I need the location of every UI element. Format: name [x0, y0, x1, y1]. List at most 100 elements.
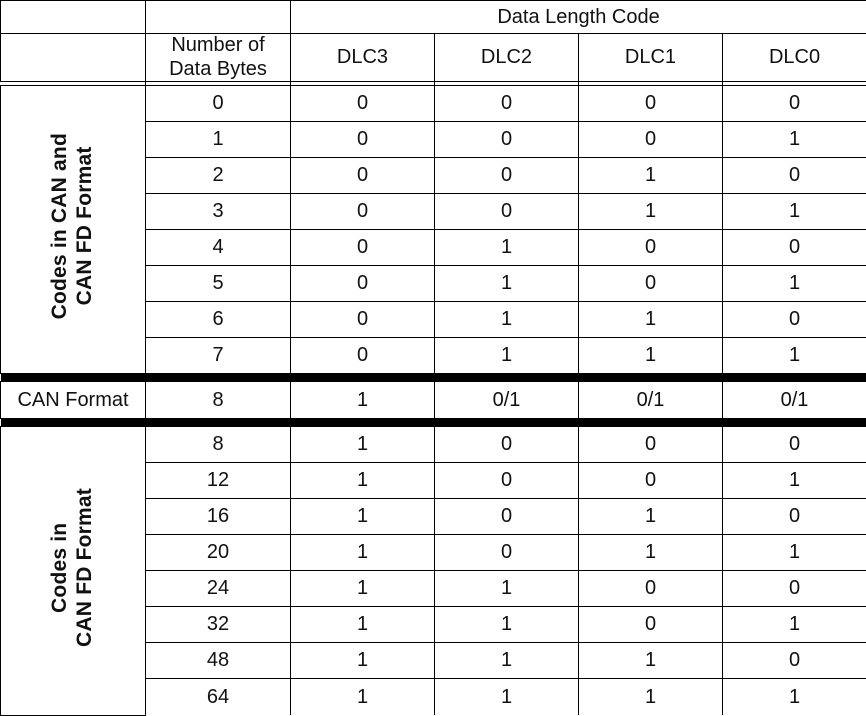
cell-dlc3: 1: [291, 463, 435, 499]
thick-rule-segment: [579, 419, 723, 427]
cell-dlc1: 0: [579, 463, 723, 499]
header-corner-blank-lower: [1, 34, 146, 82]
table-row: CAN Format810/10/10/1: [1, 382, 866, 419]
cell-dlc2: 1: [435, 643, 579, 679]
cell-dlc0: 0: [723, 302, 866, 338]
dlc-table-container: Data Length CodeNumber ofData BytesDLC3D…: [0, 0, 866, 692]
cell-dlc2: 0: [435, 194, 579, 230]
cell-dlc2: 0: [435, 427, 579, 463]
cell-data-bytes: 5: [146, 266, 291, 302]
section-label-line-2: CAN FD Format: [73, 488, 96, 647]
header-row-columns: Number ofData BytesDLC3DLC2DLC1DLC0: [1, 34, 866, 82]
header-data-length-code: Data Length Code: [291, 1, 866, 34]
cell-dlc1: 0: [579, 266, 723, 302]
section-label-can-fd: Codes in CAN FD Format: [1, 427, 146, 716]
cell-dlc0: 1: [723, 266, 866, 302]
cell-data-bytes: 8: [146, 427, 291, 463]
header-number-of-data-bytes: Number ofData Bytes: [146, 34, 291, 82]
thick-rule-segment: [291, 374, 435, 382]
cell-dlc2: 1: [435, 679, 579, 716]
cell-dlc3: 0: [291, 230, 435, 266]
cell-dlc1: 1: [579, 535, 723, 571]
cell-dlc3: 1: [291, 607, 435, 643]
cell-dlc1: 1: [579, 679, 723, 716]
cell-data-bytes: 3: [146, 194, 291, 230]
cell-dlc0: 0: [723, 571, 866, 607]
data-length-code-table: Data Length CodeNumber ofData BytesDLC3D…: [0, 0, 866, 716]
cell-dlc3: 1: [291, 382, 435, 419]
cell-dlc3: 1: [291, 679, 435, 716]
cell-data-bytes: 48: [146, 643, 291, 679]
cell-dlc3: 0: [291, 122, 435, 158]
section-label-line-2: CAN FD Format: [73, 147, 96, 306]
header-corner-blank: [1, 1, 146, 34]
cell-dlc0: 1: [723, 679, 866, 716]
cell-dlc1: 0: [579, 230, 723, 266]
cell-dlc0: 0: [723, 158, 866, 194]
section-label-line-1: Codes in CAN and: [48, 133, 71, 319]
cell-data-bytes: 20: [146, 535, 291, 571]
cell-data-bytes: 32: [146, 607, 291, 643]
thick-rule-segment: [435, 419, 579, 427]
cell-dlc2: 1: [435, 607, 579, 643]
thick-rule-segment: [723, 419, 866, 427]
cell-data-bytes: 12: [146, 463, 291, 499]
cell-data-bytes: 8: [146, 382, 291, 419]
cell-dlc2: 1: [435, 571, 579, 607]
cell-dlc0: 0/1: [723, 382, 866, 419]
cell-dlc0: 0: [723, 86, 866, 122]
cell-dlc1: 0: [579, 607, 723, 643]
cell-dlc2: 0: [435, 535, 579, 571]
cell-dlc1: 1: [579, 158, 723, 194]
header-dlc3: DLC3: [291, 34, 435, 82]
cell-data-bytes: 7: [146, 338, 291, 374]
thick-separator-below-can-format: [1, 419, 866, 427]
cell-dlc0: 0: [723, 643, 866, 679]
cell-data-bytes: 0: [146, 86, 291, 122]
cell-dlc2: 0: [435, 463, 579, 499]
section-label-can-format: CAN Format: [1, 382, 146, 419]
thick-rule-segment: [1, 419, 146, 427]
cell-data-bytes: 1: [146, 122, 291, 158]
cell-dlc0: 0: [723, 230, 866, 266]
cell-dlc1: 1: [579, 499, 723, 535]
thick-rule-segment: [723, 374, 866, 382]
cell-data-bytes: 4: [146, 230, 291, 266]
section-label-line-1: Codes in: [48, 523, 71, 613]
cell-dlc3: 1: [291, 499, 435, 535]
cell-dlc3: 0: [291, 158, 435, 194]
cell-dlc3: 0: [291, 194, 435, 230]
cell-data-bytes: 64: [146, 679, 291, 716]
header-bytes-line-1: Number of: [146, 34, 290, 58]
thick-rule-segment: [1, 374, 146, 382]
cell-dlc1: 1: [579, 643, 723, 679]
cell-dlc0: 1: [723, 194, 866, 230]
cell-dlc3: 0: [291, 266, 435, 302]
cell-dlc3: 1: [291, 427, 435, 463]
thick-rule-segment: [291, 419, 435, 427]
cell-data-bytes: 6: [146, 302, 291, 338]
table-row: Codes in CAN and CAN FD Format00000: [1, 86, 866, 122]
cell-dlc3: 0: [291, 302, 435, 338]
thick-rule-segment: [146, 419, 291, 427]
cell-dlc3: 1: [291, 571, 435, 607]
cell-dlc1: 0: [579, 122, 723, 158]
cell-dlc0: 1: [723, 535, 866, 571]
cell-dlc1: 0/1: [579, 382, 723, 419]
cell-dlc1: 1: [579, 194, 723, 230]
cell-dlc1: 0: [579, 86, 723, 122]
header-dlc1: DLC1: [579, 34, 723, 82]
thick-rule-segment: [435, 374, 579, 382]
cell-dlc2: 0: [435, 86, 579, 122]
cell-dlc0: 1: [723, 338, 866, 374]
cell-data-bytes: 2: [146, 158, 291, 194]
cell-dlc0: 0: [723, 499, 866, 535]
cell-dlc3: 0: [291, 86, 435, 122]
header-dlc2: DLC2: [435, 34, 579, 82]
cell-dlc1: 0: [579, 427, 723, 463]
header-bytes-line-2: Data Bytes: [146, 58, 290, 82]
header-dlc0: DLC0: [723, 34, 866, 82]
cell-dlc1: 0: [579, 571, 723, 607]
cell-dlc1: 1: [579, 302, 723, 338]
thick-rule-segment: [579, 374, 723, 382]
